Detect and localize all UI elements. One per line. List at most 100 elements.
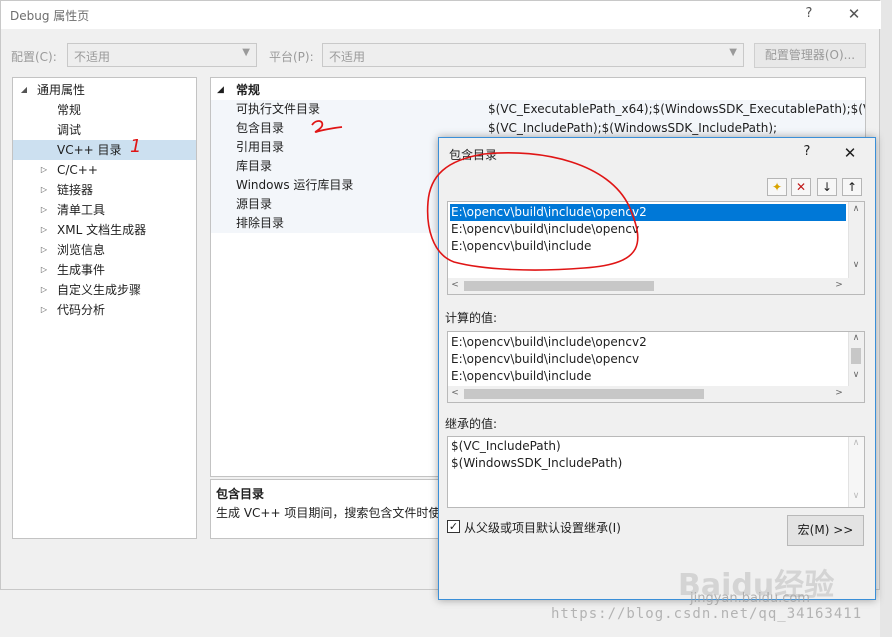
configuration-select[interactable]: 不适用 ▼ (67, 43, 257, 67)
scroll-down-icon[interactable]: ∨ (849, 260, 863, 270)
help-icon[interactable]: ? (797, 142, 817, 162)
annotation-mark-1: 1 (130, 136, 142, 157)
tree-item-c-cpp[interactable]: ▷ C/C++ (13, 160, 196, 180)
vertical-scrollbar[interactable]: ∧ ∨ (848, 202, 864, 278)
platform-label: 平台(P): (269, 50, 314, 64)
list-item: $(WindowsSDK_IncludePath) (451, 456, 623, 470)
tree-item-xml-doc-generator[interactable]: ▷ XML 文档生成器 (13, 220, 196, 240)
inherit-checkbox-label[interactable]: 从父级或项目默认设置继承(I) (464, 519, 621, 536)
grid-row-name: 排除目录 (236, 216, 285, 230)
macros-button[interactable]: 宏(M) >> (787, 515, 864, 546)
scroll-down-icon[interactable]: ∨ (849, 370, 863, 380)
evaluated-value-label: 计算的值: (445, 311, 498, 325)
scroll-left-icon[interactable]: < (448, 388, 462, 398)
inherit-checkbox[interactable]: ✓ (447, 520, 460, 533)
evaluated-value-list: E:\opencv\build\include\opencv2 E:\openc… (447, 331, 865, 403)
background-window-strip (880, 0, 892, 637)
collapsed-arrow-icon[interactable]: ▷ (39, 200, 49, 220)
scroll-right-icon[interactable]: > (832, 280, 846, 290)
tree-item-linker[interactable]: ▷ 链接器 (13, 180, 196, 200)
tree-item-custom-build-step[interactable]: ▷ 自定义生成步骤 (13, 280, 196, 300)
scroll-thumb[interactable] (851, 348, 861, 364)
grid-row-name: Windows 运行库目录 (236, 178, 354, 192)
list-item: E:\opencv\build\include\opencv (451, 352, 640, 366)
jingyan-watermark: jingyan.baidu.com (690, 591, 810, 606)
horizontal-scrollbar[interactable]: < > (448, 386, 864, 402)
tree-item-build-events[interactable]: ▷ 生成事件 (13, 260, 196, 280)
grid-row-name: 库目录 (236, 159, 273, 173)
grid-row-name: 包含目录 (236, 121, 285, 135)
tree-item-browse-information[interactable]: ▷ 浏览信息 (13, 240, 196, 260)
tree-item-label: 生成事件 (57, 263, 106, 277)
scroll-up-icon[interactable]: ∧ (849, 204, 863, 214)
window-title: Debug 属性页 (10, 9, 90, 23)
grid-row-value: $(VC_ExecutablePath_x64);$(WindowsSDK_Ex… (488, 102, 866, 116)
grid-row-name: 可执行文件目录 (236, 102, 321, 116)
horizontal-scrollbar[interactable]: < > (448, 278, 864, 294)
grid-category-general[interactable]: ◢ 常规 (211, 81, 865, 100)
tree-item-label: VC++ 目录 (57, 143, 122, 157)
new-line-icon[interactable]: ✦ (767, 178, 787, 196)
chevron-down-icon: ▼ (729, 47, 737, 58)
collapsed-arrow-icon[interactable]: ▷ (39, 220, 49, 240)
annotation-circle (426, 151, 639, 271)
platform-value: 不适用 (329, 50, 366, 64)
close-icon[interactable]: ✕ (839, 142, 861, 164)
tree-item-label: 代码分析 (57, 303, 106, 317)
delete-icon[interactable]: ✕ (791, 178, 811, 196)
scroll-thumb[interactable] (464, 389, 704, 399)
configuration-manager-button[interactable]: 配置管理器(O)... (754, 43, 866, 68)
chevron-down-icon: ▼ (242, 47, 250, 58)
help-icon[interactable]: ? (799, 4, 819, 24)
title-bar: Debug 属性页 ? ✕ (1, 1, 881, 29)
tree-item-debugging[interactable]: 调试 (13, 120, 196, 140)
collapsed-arrow-icon[interactable]: ▷ (39, 260, 49, 280)
expanded-arrow-icon[interactable]: ◢ (19, 80, 29, 100)
tree-item-label: 清单工具 (57, 203, 106, 217)
scroll-thumb[interactable] (464, 281, 654, 291)
configuration-label: 配置(C): (11, 50, 57, 64)
grid-category-label: 常规 (236, 83, 261, 97)
list-item: E:\opencv\build\include (451, 369, 592, 383)
collapsed-arrow-icon[interactable]: ▷ (39, 180, 49, 200)
scroll-left-icon[interactable]: < (448, 280, 462, 290)
scroll-up-icon[interactable]: ∧ (849, 438, 863, 448)
property-tree: ◢ 通用属性 常规 调试 VC++ 目录 ▷ C/C++ ▷ 链接器 ▷ 清单工… (12, 77, 197, 539)
tree-item-label: 常规 (57, 103, 82, 117)
platform-select[interactable]: 不适用 ▼ (322, 43, 744, 67)
tree-item-label: C/C++ (57, 163, 98, 177)
tree-item-label: XML 文档生成器 (57, 223, 147, 237)
scroll-down-icon[interactable]: ∨ (849, 491, 863, 501)
tree-item-common-properties[interactable]: ◢ 通用属性 (13, 80, 196, 100)
description-title: 包含目录 (216, 487, 265, 501)
vertical-scrollbar[interactable]: ∧ ∨ (848, 437, 864, 507)
collapsed-arrow-icon[interactable]: ▷ (39, 240, 49, 260)
tree-item-manifest-tool[interactable]: ▷ 清单工具 (13, 200, 196, 220)
vertical-scrollbar[interactable]: ∧ ∨ (848, 332, 864, 386)
tree-item-label: 链接器 (57, 183, 94, 197)
collapsed-arrow-icon[interactable]: ▷ (39, 160, 49, 180)
inherited-value-list: $(VC_IncludePath) $(WindowsSDK_IncludePa… (447, 436, 865, 508)
tree-item-code-analysis[interactable]: ▷ 代码分析 (13, 300, 196, 320)
move-down-icon[interactable]: ↓ (817, 178, 837, 196)
grid-row-executable-dirs[interactable]: 可执行文件目录 $(VC_ExecutablePath_x64);$(Windo… (211, 100, 865, 119)
tree-item-general[interactable]: 常规 (13, 100, 196, 120)
tree-item-label: 通用属性 (37, 83, 86, 97)
expanded-arrow-icon[interactable]: ◢ (217, 81, 224, 100)
close-icon[interactable]: ✕ (843, 3, 865, 25)
url-watermark: https://blog.csdn.net/qq_34163411 (551, 606, 863, 622)
grid-row-value: $(VC_IncludePath);$(WindowsSDK_IncludePa… (488, 121, 778, 135)
tree-item-label: 调试 (57, 123, 82, 137)
move-up-icon[interactable]: ↑ (842, 178, 862, 196)
collapsed-arrow-icon[interactable]: ▷ (39, 280, 49, 300)
list-item: E:\opencv\build\include\opencv2 (451, 335, 647, 349)
list-item: $(VC_IncludePath) (451, 439, 561, 453)
annotation-mark-2 (311, 120, 343, 133)
tree-item-label: 自定义生成步骤 (57, 283, 142, 297)
scroll-right-icon[interactable]: > (832, 388, 846, 398)
tree-item-label: 浏览信息 (57, 243, 106, 257)
scroll-up-icon[interactable]: ∧ (849, 333, 863, 343)
tree-item-vc-directories[interactable]: VC++ 目录 (13, 140, 196, 160)
collapsed-arrow-icon[interactable]: ▷ (39, 300, 49, 320)
description-text: 生成 VC++ 项目期间，搜索包含文件时使 (216, 506, 441, 520)
